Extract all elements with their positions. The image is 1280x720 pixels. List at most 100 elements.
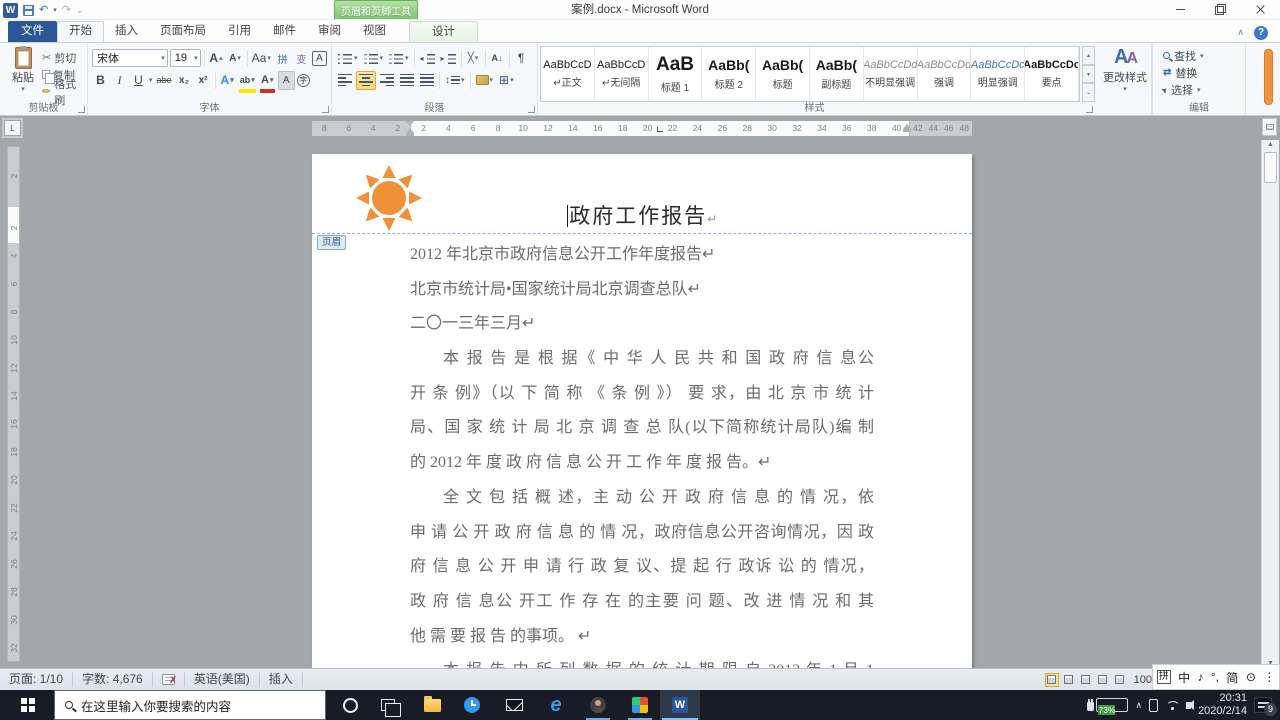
ime-item[interactable]: ⊙ — [1246, 670, 1256, 684]
font-name-combo[interactable]: 宋体▾ — [92, 49, 168, 67]
cut-button[interactable]: ✂剪切 — [42, 49, 87, 66]
style-item[interactable]: AaBbCcD↵正文 — [541, 47, 595, 101]
phonetic-guide-button[interactable]: 拼 — [274, 49, 291, 68]
style-item[interactable]: AaBb(标题 2 — [702, 47, 756, 101]
document-text-line[interactable]: 的 2012 年 度 政 府 信 息 公 开 工 作 年 度 报 告。↵ — [410, 446, 874, 481]
status-insert-mode[interactable]: 插入 — [260, 672, 303, 687]
increase-indent-button[interactable]: ▸ — [439, 49, 458, 68]
tab-home[interactable]: 开始 — [57, 21, 104, 42]
view-draft-button[interactable] — [1113, 673, 1127, 687]
task-view-button[interactable] — [368, 690, 408, 720]
styles-dialog-launcher[interactable] — [1086, 106, 1093, 113]
battery-indicator[interactable]: 73% — [1087, 698, 1128, 712]
view-fullscreen-reading-button[interactable] — [1062, 673, 1076, 687]
distributed-button[interactable] — [418, 71, 436, 90]
style-item[interactable]: AaBbCcD↵无间隔 — [595, 47, 649, 101]
document-text-line[interactable]: 本 报 告 中 所 列 数 据 的 统 计 期 限 自 2012 年 1 月 1 — [410, 654, 874, 668]
italic-button[interactable]: I — [111, 71, 128, 90]
show-hide-marks-button[interactable]: ¶ — [513, 49, 530, 68]
subscript-button[interactable]: x₂ — [176, 71, 193, 90]
paragraph-dialog-launcher[interactable] — [528, 106, 535, 113]
style-item[interactable]: AaBbCcDc明显强调 — [971, 47, 1025, 101]
tab-view[interactable]: 视图 — [352, 21, 397, 42]
document-page[interactable]: 政府工作报告↵ 页眉 2012 年北京市政府信息公开工作年度报告↵北京市统计局•… — [312, 154, 972, 668]
strikethrough-button[interactable]: abe — [155, 71, 174, 90]
grow-font-button[interactable]: A▴ — [208, 49, 225, 68]
asian-layout-button[interactable]: ╳▾ — [465, 49, 482, 68]
style-item[interactable]: AaBb(副标题 — [810, 47, 864, 101]
ruler-toggle-button[interactable] — [1262, 118, 1277, 136]
document-text-line[interactable]: 北京市统计局•国家统计局北京调查总队↵ — [410, 273, 874, 308]
enclose-characters-button[interactable]: 字 — [297, 74, 310, 87]
user-app-button[interactable] — [578, 690, 618, 720]
justify-button[interactable] — [398, 71, 416, 90]
speaker-icon[interactable] — [1186, 702, 1191, 709]
vertical-scrollbar[interactable]: ▲ ▼ — [1261, 140, 1279, 668]
sort-button[interactable]: A↓ — [489, 49, 506, 68]
help-button[interactable]: ? — [1254, 26, 1268, 40]
document-text-line[interactable]: 局、国 家 统 计 局 北 京 调 查 总 队(以下简称统计局队)编 制 — [410, 411, 874, 446]
document-body-text[interactable]: 2012 年北京市政府信息公开工作年度报告↵北京市统计局•国家统计局北京调查总队… — [410, 238, 874, 668]
tab-selector-box[interactable]: L — [4, 120, 21, 136]
vertical-ruler[interactable]: 22468101214161820222426283032 — [7, 146, 20, 662]
bullets-button[interactable]: ▾ — [336, 49, 360, 68]
mail-button[interactable] — [494, 690, 534, 720]
find-button[interactable]: 查找▾ — [1163, 47, 1204, 64]
start-button[interactable] — [8, 690, 48, 720]
align-right-button[interactable] — [378, 71, 396, 90]
scrollbar-thumb[interactable] — [1264, 152, 1277, 183]
view-outline-button[interactable] — [1096, 673, 1110, 687]
style-item[interactable]: AaB标题 1 — [649, 47, 703, 101]
minimize-button[interactable] — [1160, 0, 1200, 19]
view-web-layout-button[interactable] — [1079, 673, 1093, 687]
word-taskbar-button[interactable]: W — [660, 690, 700, 720]
scroll-up-icon[interactable]: ▲ — [1264, 141, 1277, 148]
document-text-line[interactable]: 申 请 公 开 政 府 信 息 的 情 况，政府信息公开咨询情况，因 政 — [410, 516, 874, 551]
line-spacing-button[interactable]: ↕▾ — [443, 71, 467, 90]
status-word-count[interactable]: 字数: 4,676 — [73, 672, 153, 687]
replace-button[interactable]: ⇄替换 — [1163, 64, 1204, 81]
underline-dropdown-icon[interactable]: ▾ — [149, 76, 153, 84]
document-text-line[interactable]: 全 文 包 括 概 述，主 动 公 开 政 府 信 息 的 情 况，依 — [410, 481, 874, 516]
document-text-line[interactable]: 他 需 要 报 告 的事项。 ↵ — [410, 620, 874, 655]
document-text-line[interactable]: 2012 年北京市政府信息公开工作年度报告↵ — [410, 238, 874, 273]
pc-manager-button[interactable] — [452, 690, 492, 720]
document-text-line[interactable]: 府 信 息 公 开 申 请 行 政 复 议、提 起 行 政诉 讼 的 情况， — [410, 550, 874, 585]
gallery-scroll-down-icon[interactable]: ▾ — [1082, 65, 1095, 84]
ribbon-scrollbar-thumb[interactable] — [1264, 49, 1273, 105]
align-left-button[interactable] — [336, 71, 354, 90]
ribbon-collapse-icon[interactable]: ∧ — [1237, 27, 1244, 38]
header-title-line[interactable]: 政府工作报告↵ — [312, 200, 972, 230]
close-button[interactable] — [1240, 0, 1280, 19]
highlight-button[interactable]: ab▾ — [238, 71, 257, 90]
style-item[interactable]: AaBbCcDd不明显强调 — [864, 47, 918, 101]
document-text-line[interactable]: 二〇一三年三月↵ — [410, 307, 874, 342]
tab-mailings[interactable]: 邮件 — [262, 21, 307, 42]
document-text-line[interactable]: 本 报 告 是 根 据《 中 华 人 民 共 和 国 政 府 信 息公 — [410, 342, 874, 377]
change-styles-button[interactable]: AA 更改样式 ▾ — [1100, 46, 1150, 106]
shading-button[interactable]: ▾ — [474, 71, 496, 90]
font-color-button[interactable]: A▾ — [259, 71, 276, 90]
restore-button[interactable] — [1200, 0, 1240, 19]
hruler-left-margin[interactable]: 8642 — [312, 121, 410, 136]
underline-button[interactable]: U — [130, 71, 147, 90]
tab-page-layout[interactable]: 页面布局 — [149, 21, 217, 42]
status-proofing[interactable]: ✗ — [153, 672, 185, 687]
paste-button[interactable]: 粘贴 ▾ — [5, 47, 41, 105]
change-case-button[interactable]: Aa▾ — [250, 49, 272, 68]
ime-item[interactable]: 拼 — [1157, 670, 1171, 684]
document-text-line[interactable]: 政 府 信 息公 开工 作 存 在 的主要 问 题、改 进 情 况 和 其 — [410, 585, 874, 620]
character-border-button[interactable]: A — [312, 51, 327, 66]
character-style-button[interactable]: 变 — [293, 49, 310, 68]
tab-references[interactable]: 引用 — [217, 21, 262, 42]
bold-button[interactable]: B — [92, 71, 109, 90]
style-item[interactable]: AaBbCcDc要点 — [1025, 47, 1079, 101]
style-item[interactable]: AaBbCcDd强调 — [918, 47, 972, 101]
ime-item[interactable]: 中 — [1178, 669, 1190, 686]
cortana-button[interactable] — [330, 690, 370, 720]
tab-review[interactable]: 审阅 — [307, 21, 352, 42]
file-explorer-button[interactable] — [412, 690, 452, 720]
gallery-scroll-up-icon[interactable]: ▴ — [1082, 46, 1095, 65]
clock-date-display[interactable]: 20:31 2020/2/14 — [1198, 692, 1247, 718]
font-size-combo[interactable]: 19▾ — [170, 49, 201, 67]
